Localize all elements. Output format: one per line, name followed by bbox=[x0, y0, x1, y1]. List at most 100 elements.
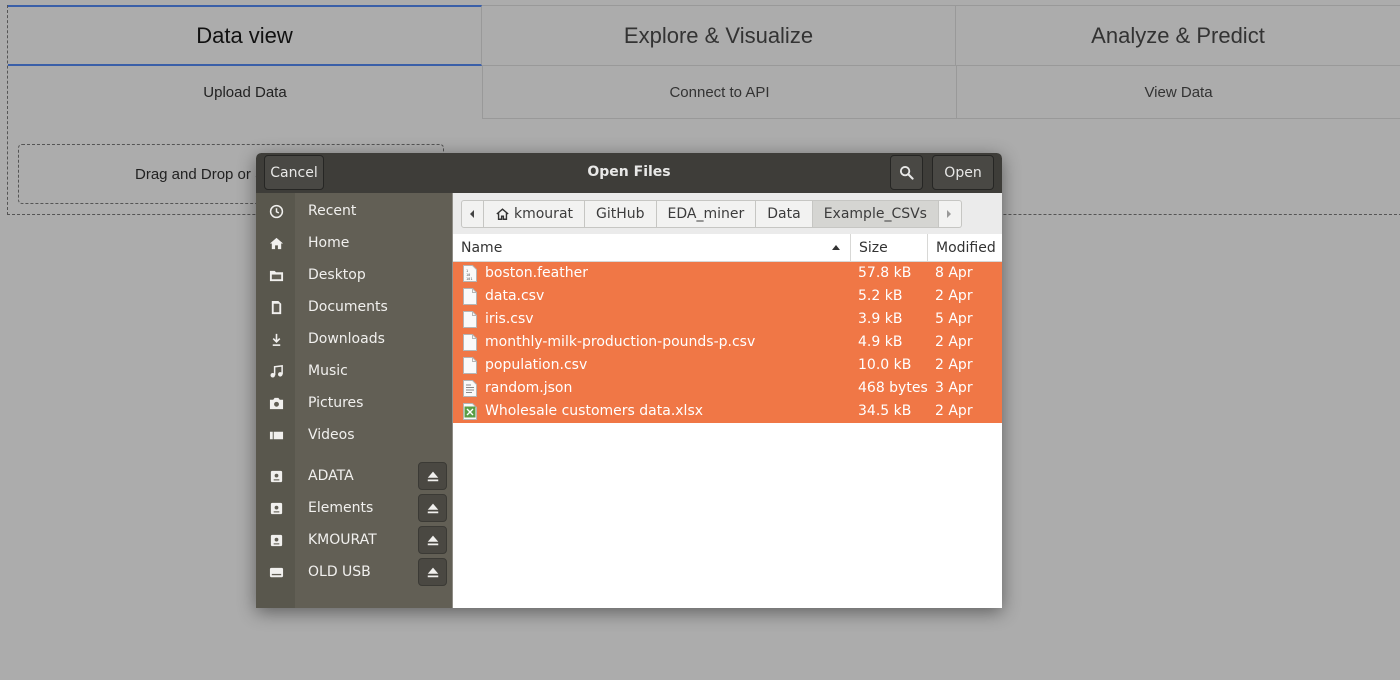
file-row[interactable]: population.csv 10.0 kB 2 Apr bbox=[453, 354, 1002, 377]
file-modified: 2 Apr bbox=[935, 288, 973, 304]
file-size: 10.0 kB bbox=[858, 357, 912, 373]
sidebar-item-elements[interactable]: Elements bbox=[256, 492, 452, 524]
path-crumb-label: kmourat bbox=[514, 206, 574, 222]
file-row[interactable]: data.csv 5.2 kB 2 Apr bbox=[453, 285, 1002, 308]
column-header-label: Name bbox=[461, 240, 503, 256]
sidebar-item-label: Pictures bbox=[308, 395, 364, 411]
open-files-dialog: Cancel Open Files Open Recent Home Deskt… bbox=[256, 153, 1002, 608]
file-modified: 2 Apr bbox=[935, 403, 973, 419]
text-file-icon bbox=[463, 380, 477, 397]
cancel-button[interactable]: Cancel bbox=[264, 155, 324, 190]
file-modified: 2 Apr bbox=[935, 357, 973, 373]
sidebar-item-adata[interactable]: ADATA bbox=[256, 460, 452, 492]
file-icon bbox=[463, 288, 477, 305]
file-name: random.json bbox=[485, 380, 573, 396]
sidebar-item-downloads[interactable]: Downloads bbox=[256, 323, 452, 355]
column-header-size[interactable]: Size bbox=[851, 234, 928, 262]
file-size: 34.5 kB bbox=[858, 403, 912, 419]
tab-analyze-predict[interactable]: Analyze & Predict bbox=[956, 5, 1400, 66]
home-icon bbox=[496, 208, 509, 220]
file-name: boston.feather bbox=[485, 265, 588, 281]
camera-icon bbox=[268, 395, 284, 411]
path-crumb-github[interactable]: GitHub bbox=[585, 200, 657, 228]
home-icon bbox=[268, 235, 284, 251]
sidebar-item-label: ADATA bbox=[308, 468, 354, 484]
binary-file-icon: 110101 bbox=[463, 265, 477, 282]
path-crumb-example-csvs[interactable]: Example_CSVs bbox=[812, 200, 939, 228]
main-tabs: Data view Explore & Visualize Analyze & … bbox=[8, 5, 1400, 66]
eject-icon bbox=[427, 471, 438, 482]
file-row[interactable]: 1 10 101 boston.feather 57.8 kB 8 Apr bbox=[453, 262, 1002, 285]
dropzone-text: Drag and Drop or S bbox=[135, 165, 266, 183]
places-sidebar: Recent Home Desktop Documents Downloads … bbox=[256, 193, 452, 608]
tab-data-view[interactable]: Data view bbox=[8, 5, 482, 66]
search-button[interactable] bbox=[890, 155, 923, 190]
sidebar-item-kmourat[interactable]: KMOURAT bbox=[256, 524, 452, 556]
removable-drive-icon bbox=[268, 564, 284, 580]
eject-button[interactable] bbox=[418, 494, 447, 522]
file-name: population.csv bbox=[485, 357, 588, 373]
search-icon bbox=[899, 165, 914, 180]
file-name: iris.csv bbox=[485, 311, 534, 327]
music-icon bbox=[268, 363, 284, 379]
path-scroll-right-button[interactable] bbox=[938, 200, 962, 228]
sidebar-item-documents[interactable]: Documents bbox=[256, 291, 452, 323]
file-row[interactable]: random.json 468 bytes 3 Apr bbox=[453, 377, 1002, 400]
document-icon bbox=[268, 299, 284, 315]
sidebar-item-label: KMOURAT bbox=[308, 532, 377, 548]
file-modified: 2 Apr bbox=[935, 334, 973, 350]
path-crumb-data[interactable]: Data bbox=[756, 200, 813, 228]
file-browser: kmourat GitHub EDA_miner Data Example_CS… bbox=[452, 193, 1002, 608]
file-size: 468 bytes bbox=[858, 380, 928, 396]
sidebar-item-label: Documents bbox=[308, 299, 388, 315]
dialog-header: Cancel Open Files Open bbox=[256, 153, 1002, 193]
path-crumb-home[interactable]: kmourat bbox=[484, 200, 586, 228]
sidebar-item-desktop[interactable]: Desktop bbox=[256, 259, 452, 291]
eject-button[interactable] bbox=[418, 558, 447, 586]
file-size: 4.9 kB bbox=[858, 334, 903, 350]
sidebar-item-home[interactable]: Home bbox=[256, 227, 452, 259]
sidebar-item-label: Videos bbox=[308, 427, 355, 443]
sidebar-item-pictures[interactable]: Pictures bbox=[256, 387, 452, 419]
file-icon bbox=[463, 357, 477, 374]
file-list: 1 10 101 boston.feather 57.8 kB 8 Apr data… bbox=[453, 262, 1002, 423]
clock-icon bbox=[268, 203, 284, 219]
drive-icon bbox=[268, 532, 284, 548]
column-header-modified[interactable]: Modified bbox=[928, 234, 1002, 262]
sub-tabs: Upload Data Connect to API View Data bbox=[8, 66, 1400, 120]
subtab-connect-api[interactable]: Connect to API bbox=[482, 66, 956, 119]
file-row[interactable]: Wholesale customers data.xlsx 34.5 kB 2 … bbox=[453, 400, 1002, 423]
path-crumb-eda-miner[interactable]: EDA_miner bbox=[656, 200, 757, 228]
sidebar-item-label: Downloads bbox=[308, 331, 385, 347]
subtab-view-data[interactable]: View Data bbox=[956, 66, 1400, 119]
file-row[interactable]: monthly-milk-production-pounds-p.csv 4.9… bbox=[453, 331, 1002, 354]
eject-button[interactable] bbox=[418, 462, 447, 490]
sidebar-item-label: Music bbox=[308, 363, 348, 379]
file-name: data.csv bbox=[485, 288, 545, 304]
svg-text:101: 101 bbox=[466, 277, 473, 281]
path-scroll-left-button[interactable] bbox=[461, 200, 484, 228]
chevron-left-icon bbox=[470, 210, 474, 218]
sidebar-item-old-usb[interactable]: OLD USB bbox=[256, 556, 452, 588]
sidebar-item-label: Desktop bbox=[308, 267, 366, 283]
subtab-upload-data[interactable]: Upload Data bbox=[8, 66, 482, 119]
sidebar-item-recent[interactable]: Recent bbox=[256, 195, 452, 227]
eject-icon bbox=[427, 535, 438, 546]
file-size: 57.8 kB bbox=[858, 265, 912, 281]
folder-icon bbox=[268, 267, 284, 283]
eject-icon bbox=[427, 567, 438, 578]
file-name: monthly-milk-production-pounds-p.csv bbox=[485, 334, 756, 350]
sidebar-item-music[interactable]: Music bbox=[256, 355, 452, 387]
path-bar: kmourat GitHub EDA_miner Data Example_CS… bbox=[453, 193, 1002, 234]
drive-icon bbox=[268, 468, 284, 484]
sidebar-item-label: Home bbox=[308, 235, 350, 251]
tab-explore-visualize[interactable]: Explore & Visualize bbox=[482, 5, 956, 66]
open-button[interactable]: Open bbox=[932, 155, 994, 190]
sidebar-item-videos[interactable]: Videos bbox=[256, 419, 452, 451]
column-header-name[interactable]: Name bbox=[453, 234, 851, 262]
file-row[interactable]: iris.csv 3.9 kB 5 Apr bbox=[453, 308, 1002, 331]
eject-icon bbox=[427, 503, 438, 514]
file-icon bbox=[463, 311, 477, 328]
file-modified: 3 Apr bbox=[935, 380, 973, 396]
eject-button[interactable] bbox=[418, 526, 447, 554]
